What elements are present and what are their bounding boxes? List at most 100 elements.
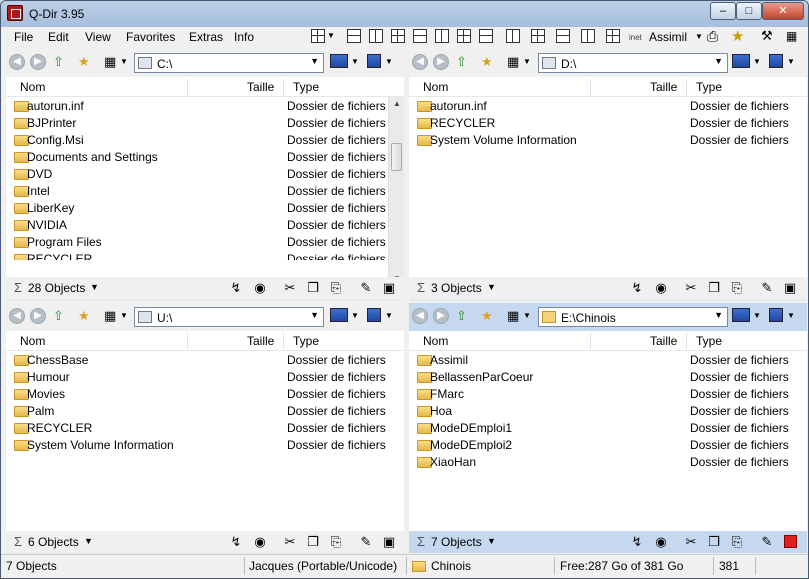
object-count[interactable]: 6 Objects [28,535,79,549]
properties-icon[interactable]: ◉ [252,534,268,550]
new-folder-icon[interactable]: ★ [481,308,493,324]
copy-icon[interactable]: ❐ [305,280,321,296]
forward-arrow-icon[interactable]: ▶ [433,308,449,324]
layout-option-icon[interactable] [435,29,449,43]
up-folder-icon[interactable]: ⇧ [53,54,64,70]
col-name[interactable]: Nom [20,334,45,348]
monitor-dropdown-icon[interactable]: ▼ [351,54,359,70]
list-item[interactable]: Palm Dossier de fichiers [6,403,404,420]
list-item[interactable]: System Volume Information Dossier de fich… [409,132,807,149]
pane-menu-icon[interactable]: ▣ [381,280,397,296]
list-item[interactable]: autorun.inf Dossier de fichiers [409,98,807,115]
list-item[interactable]: BJPrinter Dossier de fichiers [6,115,404,132]
monitor-dropdown-icon[interactable]: ▼ [351,308,359,324]
layout-option-icon[interactable] [581,29,595,43]
col-size[interactable]: Taille [650,334,677,348]
layout-quad-icon[interactable] [311,29,325,43]
layout-option-icon[interactable] [369,29,383,43]
list-item[interactable]: Humour Dossier de fichiers [6,369,404,386]
col-size[interactable]: Taille [247,80,274,94]
view-mode-icon[interactable]: ▦ [507,54,519,70]
scroll-up-icon[interactable]: ▲ [393,99,401,108]
view-dropdown-icon[interactable]: ▼ [523,308,531,324]
layout-option-icon[interactable] [391,29,405,43]
col-name[interactable]: Nom [423,334,448,348]
paste-icon[interactable]: ⎘ [729,534,745,550]
list-item[interactable]: FMarc Dossier de fichiers [409,386,807,403]
inet-icon[interactable]: inet [629,33,642,42]
back-arrow-icon[interactable]: ◀ [9,54,25,70]
minimize-button[interactable]: – [710,2,736,20]
menu-info[interactable]: Info [234,30,254,44]
close-button[interactable]: ✕ [762,2,804,20]
layout-option-icon[interactable] [531,29,545,43]
list-item[interactable]: Assimil Dossier de fichiers [409,352,807,369]
object-count[interactable]: 3 Objects [431,281,482,295]
star-icon[interactable]: ★ [731,27,744,45]
col-type[interactable]: Type [293,334,319,348]
col-type[interactable]: Type [293,80,319,94]
list-item[interactable]: Hoa Dossier de fichiers [409,403,807,420]
view-dropdown-icon[interactable]: ▼ [523,54,531,70]
chevron-down-icon[interactable]: ▼ [310,310,319,320]
rename-icon[interactable]: ✎ [759,280,775,296]
monitor-icon[interactable] [330,54,348,68]
rename-icon[interactable]: ✎ [358,534,374,550]
network-icon[interactable] [769,54,783,68]
forward-arrow-icon[interactable]: ▶ [30,308,46,324]
chevron-down-icon[interactable]: ▼ [714,310,723,320]
count-dropdown-icon[interactable]: ▼ [487,536,496,546]
menu-file[interactable]: File [14,30,33,44]
chevron-down-icon[interactable]: ▼ [310,56,319,66]
pane-bottom-right[interactable]: ◀ ▶ ⇧ ★ ▦ ▼ E:\Chinois ▼ ▼ ▼ Nom Taille … [409,303,807,555]
list-item[interactable]: BellassenParCoeur Dossier de fichiers [409,369,807,386]
layout-option-icon[interactable] [347,29,361,43]
paste-icon[interactable]: ⎘ [328,534,344,550]
count-dropdown-icon[interactable]: ▼ [90,282,99,292]
menu-favorites[interactable]: Favorites [126,30,175,44]
col-type[interactable]: Type [696,80,722,94]
tools-icon[interactable]: ⚒ [761,28,773,44]
print-icon[interactable]: ⎙ [707,28,718,45]
lightning-icon[interactable]: ↯ [629,280,645,296]
layout-option-icon[interactable] [413,29,427,43]
network-dropdown-icon[interactable]: ▼ [385,308,393,324]
up-folder-icon[interactable]: ⇧ [456,308,467,324]
menu-view[interactable]: View [85,30,111,44]
cut-icon[interactable]: ✂ [683,534,699,550]
count-dropdown-icon[interactable]: ▼ [487,282,496,292]
layout-option-icon[interactable] [479,29,493,43]
list-item[interactable]: Program Files Dossier de fichiers [6,234,404,251]
view-dropdown-icon[interactable]: ▼ [120,54,128,70]
view-dropdown-icon[interactable]: ▼ [120,308,128,324]
new-folder-icon[interactable]: ★ [78,308,90,324]
properties-icon[interactable]: ◉ [252,280,268,296]
list-item[interactable]: LiberKey Dossier de fichiers [6,200,404,217]
lightning-icon[interactable]: ↯ [629,534,645,550]
chevron-down-icon[interactable]: ▼ [714,56,723,66]
properties-icon[interactable]: ◉ [653,280,669,296]
list-item[interactable]: Documents and Settings Dossier de fichier… [6,149,404,166]
list-item[interactable]: ModeDEmploi1 Dossier de fichiers [409,420,807,437]
paste-icon[interactable]: ⎘ [729,280,745,296]
scroll-thumb[interactable] [391,143,402,171]
rename-icon[interactable]: ✎ [759,534,775,550]
list-item[interactable]: autorun.inf Dossier de fichiers [6,98,404,115]
cut-icon[interactable]: ✂ [282,280,298,296]
cut-icon[interactable]: ✂ [282,534,298,550]
pane-menu-icon[interactable]: ▣ [782,280,798,296]
col-name[interactable]: Nom [423,80,448,94]
layout-dropdown-icon[interactable]: ▼ [327,31,335,40]
cut-icon[interactable]: ✂ [683,280,699,296]
path-combobox[interactable]: U:\ ▼ [134,307,324,327]
list-item[interactable]: DVD Dossier de fichiers [6,166,404,183]
path-combobox[interactable]: E:\Chinois ▼ [538,307,728,327]
col-size[interactable]: Taille [247,334,274,348]
list-item[interactable]: RECYCLER Dossier de fichiers [409,115,807,132]
network-icon[interactable] [367,308,381,322]
copy-icon[interactable]: ❐ [706,280,722,296]
paste-icon[interactable]: ⎘ [328,280,344,296]
list-item[interactable]: ModeDEmploi2 Dossier de fichiers [409,437,807,454]
col-type[interactable]: Type [696,334,722,348]
settings-icon[interactable]: ▦ [786,29,797,43]
